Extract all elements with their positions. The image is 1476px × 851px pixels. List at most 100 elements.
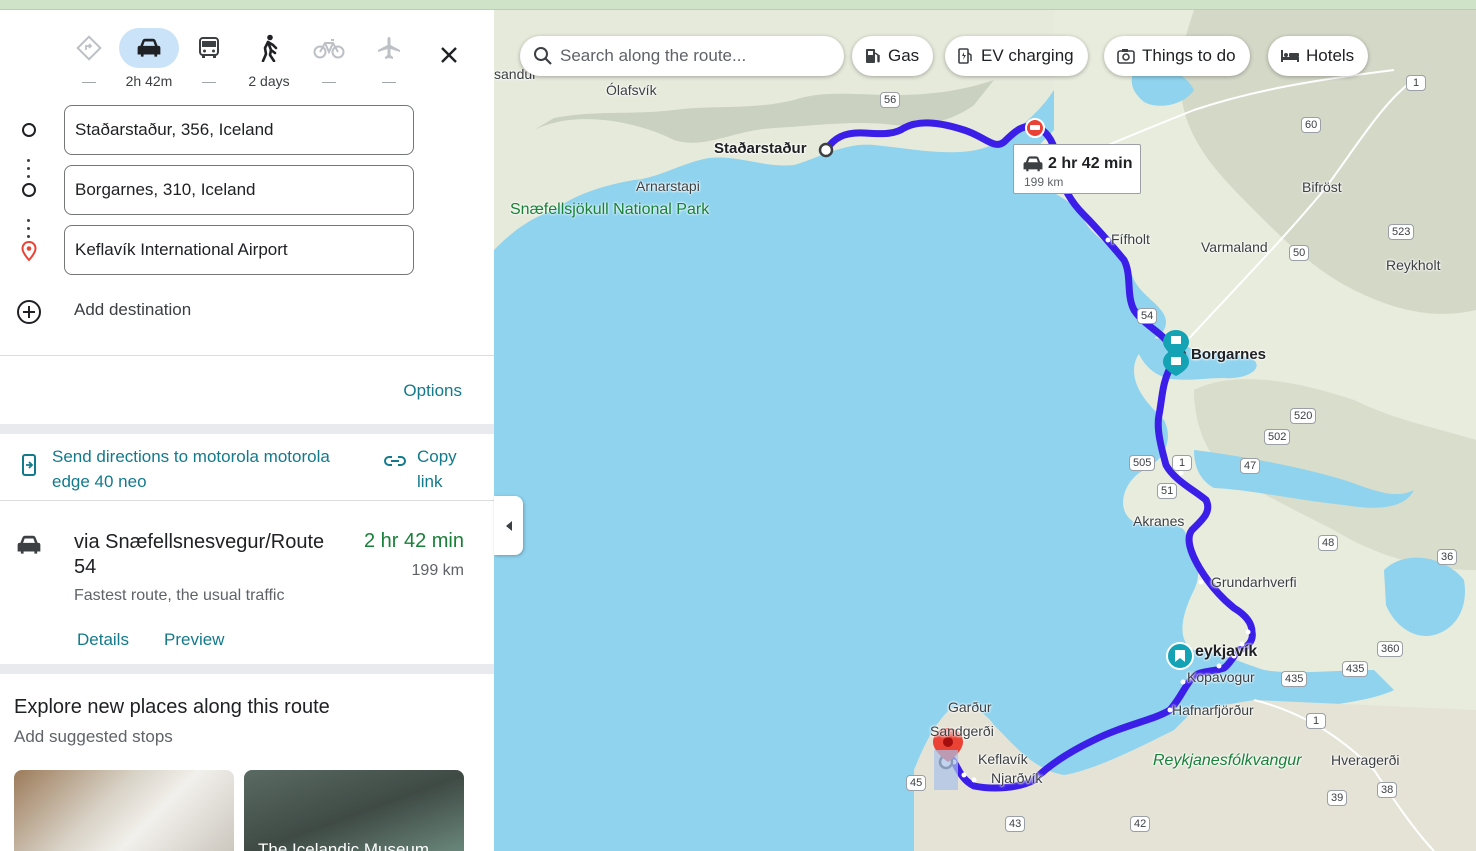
travel-modes: — 2h 42m — 2 days — — bbox=[0, 10, 494, 100]
section-divider bbox=[0, 664, 494, 674]
preview-button[interactable]: Preview bbox=[164, 630, 224, 650]
route-shield: 56 bbox=[880, 92, 901, 108]
search-along-route[interactable] bbox=[520, 36, 844, 76]
car-icon bbox=[137, 38, 161, 57]
send-to-phone-icon bbox=[22, 454, 36, 476]
label-reykjanesfolkvangur[interactable]: Reykjanesfólkvangur bbox=[1153, 752, 1302, 770]
plane-icon bbox=[378, 37, 400, 59]
section-divider bbox=[0, 424, 494, 434]
mode-cycling[interactable]: — bbox=[299, 28, 359, 92]
label-gardur[interactable]: Garður bbox=[948, 699, 992, 715]
stop-row-origin: Staðarstaður, 356, Iceland bbox=[0, 105, 494, 155]
route-shield: 1 bbox=[1406, 75, 1426, 91]
label-bifrost[interactable]: Bifröst bbox=[1302, 179, 1342, 195]
mode-flight[interactable]: — bbox=[359, 28, 419, 92]
add-destination-label: Add destination bbox=[74, 300, 192, 319]
route-shield: 502 bbox=[1264, 429, 1291, 445]
add-destination-row[interactable]: Add destination bbox=[0, 294, 494, 330]
bike-icon bbox=[313, 39, 345, 59]
mode-transit-label: — bbox=[202, 73, 216, 89]
label-grundarhverfi[interactable]: Grundarhverfi bbox=[1211, 574, 1297, 590]
mode-best[interactable]: — bbox=[59, 28, 119, 92]
stop-row-waypoint: Borgarnes, 310, Iceland bbox=[0, 165, 494, 215]
mode-walking-label: 2 days bbox=[248, 73, 290, 89]
callout-distance: 199 km bbox=[1024, 175, 1064, 189]
teal-pin-3[interactable] bbox=[1166, 642, 1194, 670]
chip-gas-label: Gas bbox=[888, 46, 920, 65]
mode-cycling-label: — bbox=[322, 73, 336, 89]
explore-subtitle: Add suggested stops bbox=[14, 727, 173, 746]
route-duration-callout[interactable]: 2 hr 42 min 199 km bbox=[1013, 144, 1141, 194]
chip-things-to-do[interactable]: Things to do bbox=[1104, 36, 1250, 76]
route-shield: 38 bbox=[1377, 782, 1398, 798]
label-arnarstapi[interactable]: Arnarstapi bbox=[636, 178, 700, 194]
route-shield: 435 bbox=[1281, 671, 1308, 687]
route-shield: 60 bbox=[1301, 117, 1322, 133]
directions-panel: — 2h 42m — 2 days — — Staðarstaður, 356,… bbox=[0, 10, 494, 851]
suggested-stop-card[interactable] bbox=[14, 770, 234, 851]
start-marker[interactable] bbox=[818, 142, 834, 158]
chip-ev-label: EV charging bbox=[981, 46, 1074, 65]
copy-link-button[interactable]: Copy link bbox=[417, 444, 477, 494]
details-button[interactable]: Details bbox=[77, 630, 129, 650]
route-shield: 54 bbox=[1137, 308, 1158, 324]
label-fifholt[interactable]: Fífholt bbox=[1111, 231, 1150, 247]
airport-area bbox=[934, 750, 958, 790]
label-njardvik[interactable]: Njarðvík bbox=[991, 770, 1042, 786]
route-duration: 2 hr 42 min bbox=[363, 530, 464, 552]
origin-input[interactable]: Staðarstaður, 356, Iceland bbox=[64, 105, 414, 155]
label-hafnarfjordur[interactable]: Hafnarfjörður bbox=[1172, 702, 1254, 718]
route-shield: 50 bbox=[1289, 245, 1310, 261]
chip-hotels[interactable]: Hotels bbox=[1268, 36, 1369, 76]
camera-icon bbox=[1117, 49, 1135, 64]
chip-ev-charging[interactable]: EV charging bbox=[945, 36, 1088, 76]
mode-driving[interactable]: 2h 42m bbox=[119, 28, 179, 92]
route-shield: 1 bbox=[1306, 713, 1326, 729]
chip-gas[interactable]: Gas bbox=[852, 36, 934, 76]
route-shield: 36 bbox=[1437, 549, 1458, 565]
route-shield: 520 bbox=[1290, 408, 1317, 424]
close-directions-button[interactable] bbox=[430, 36, 468, 74]
label-reykholt[interactable]: Reykholt bbox=[1386, 257, 1440, 273]
label-reykjavik[interactable]: eykjavík bbox=[1195, 643, 1257, 661]
chip-things-label: Things to do bbox=[1142, 46, 1236, 65]
route-shield: 45 bbox=[906, 775, 927, 791]
divider bbox=[0, 355, 494, 356]
bed-icon bbox=[1281, 50, 1299, 62]
send-directions-label[interactable]: Send directions to motorola motorola edg… bbox=[52, 444, 352, 494]
label-akranes[interactable]: Akranes bbox=[1133, 513, 1184, 529]
top-strip bbox=[0, 0, 1476, 10]
route-subtitle: Fastest route, the usual traffic bbox=[74, 587, 285, 604]
label-keflavik[interactable]: Keflavík bbox=[978, 751, 1028, 767]
route-shield: 1 bbox=[1172, 455, 1192, 471]
chip-hotels-label: Hotels bbox=[1306, 46, 1355, 65]
stop-row-destination: Keflavík International Airport bbox=[0, 225, 494, 275]
search-input[interactable] bbox=[560, 44, 830, 68]
label-varmaland[interactable]: Varmaland bbox=[1201, 239, 1268, 255]
destination-input[interactable]: Keflavík International Airport bbox=[64, 225, 414, 275]
mode-transit[interactable]: — bbox=[179, 28, 239, 92]
collapse-panel-button[interactable] bbox=[494, 496, 523, 555]
diamond-route-icon bbox=[76, 35, 102, 61]
route-shield: 42 bbox=[1130, 816, 1151, 832]
label-stadarstadur[interactable]: Staðarstaður bbox=[714, 140, 807, 157]
route-option[interactable]: via Snæfellsnesvegur/Route 54 2 hr 42 mi… bbox=[0, 510, 494, 664]
explore-section: Explore new places along this route Add … bbox=[0, 674, 494, 851]
label-borgarnes[interactable]: Borgarnes bbox=[1191, 346, 1266, 363]
options-button[interactable]: Options bbox=[403, 381, 462, 401]
mode-walking[interactable]: 2 days bbox=[239, 28, 299, 92]
label-national-park[interactable]: Snæfellsjökull National Park bbox=[510, 200, 709, 220]
label-hveragerdi[interactable]: Hveragerði bbox=[1331, 752, 1399, 768]
label-olafsvik[interactable]: Ólafsvík bbox=[606, 82, 657, 98]
bus-icon bbox=[199, 37, 219, 58]
label-sandgerdi[interactable]: Sandgerði bbox=[930, 723, 994, 739]
divider bbox=[0, 500, 494, 501]
waypoint-input[interactable]: Borgarnes, 310, Iceland bbox=[64, 165, 414, 215]
send-directions-row[interactable]: Send directions to motorola motorola edg… bbox=[0, 444, 494, 500]
suggested-stop-card[interactable]: The Icelandic Museum bbox=[244, 770, 464, 851]
traffic-incident-icon[interactable] bbox=[1025, 118, 1045, 138]
close-icon bbox=[441, 47, 457, 63]
label-kopavogur[interactable]: Kopavogur bbox=[1187, 669, 1255, 685]
link-icon bbox=[384, 456, 406, 466]
location-pin-icon bbox=[21, 241, 37, 261]
